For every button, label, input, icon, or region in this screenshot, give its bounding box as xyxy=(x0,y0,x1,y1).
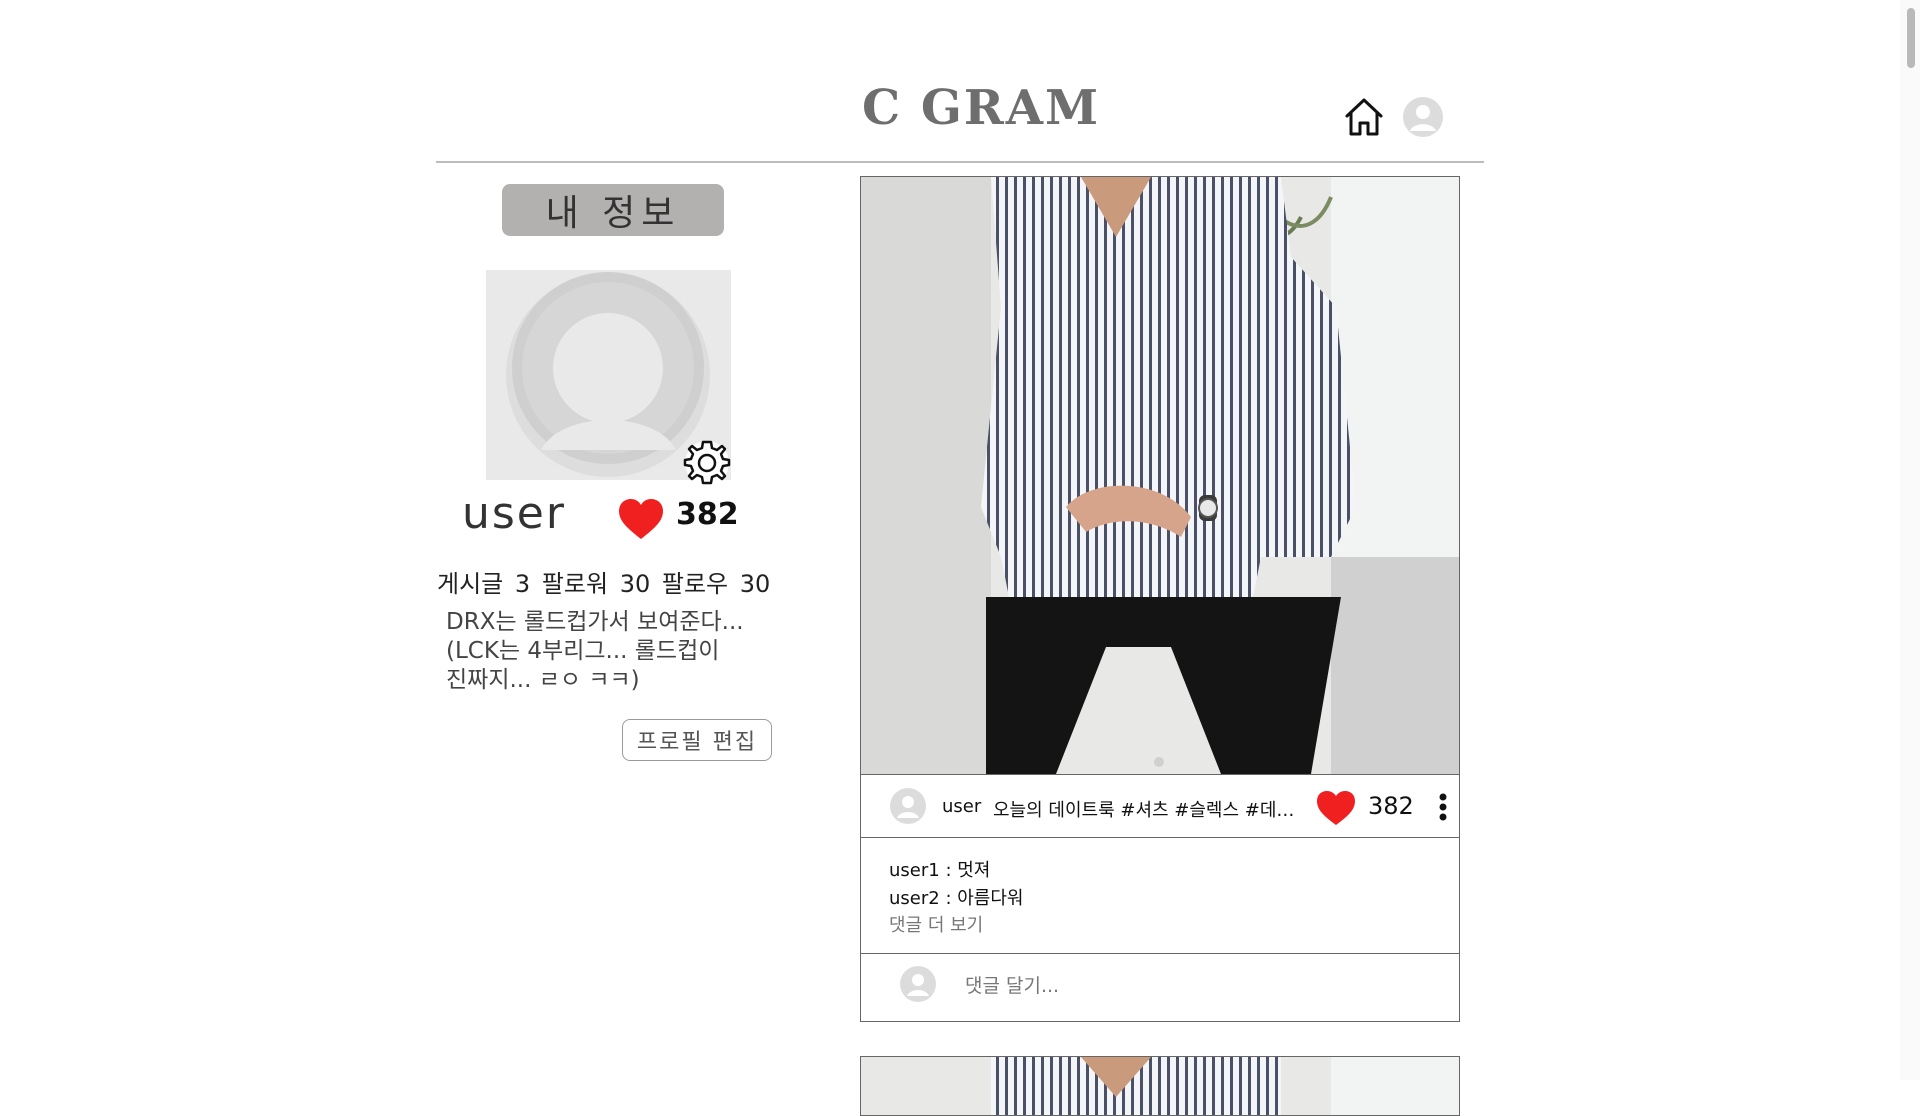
posts-label: 게시글 xyxy=(437,570,504,598)
comment-input[interactable] xyxy=(963,967,1437,1005)
post-meta-bar: user 오늘의 데이트룩 #셔츠 #슬렉스 #데이트룩 382 xyxy=(861,774,1459,838)
post-author-avatar-icon[interactable] xyxy=(889,787,927,825)
bio-line: 진짜지... ㄹㅇ ㅋㅋ) xyxy=(446,667,640,693)
bio-line: DRX는 롤드컵가서 보여준다... xyxy=(446,609,744,635)
post-like-count: 382 xyxy=(1368,792,1414,820)
home-icon xyxy=(1345,98,1383,136)
comment-user[interactable]: user2 xyxy=(889,888,940,909)
posts-count: 3 xyxy=(514,570,531,598)
post-card: user 오늘의 데이트룩 #셔츠 #슬렉스 #데이트룩 382 user1 :… xyxy=(860,176,1460,1022)
next-post-photo[interactable] xyxy=(861,1057,1459,1116)
comment-item: user2 : 아름다워 xyxy=(889,888,1024,909)
bio-line: (LCK는 4부리그... 롤드컵이 xyxy=(446,638,720,664)
header-divider xyxy=(436,161,1484,163)
comment-user[interactable]: user1 xyxy=(889,860,940,881)
post-photo[interactable] xyxy=(861,177,1459,774)
comment-text: 아름다워 xyxy=(957,888,1024,909)
following-label: 팔로우 xyxy=(661,570,729,598)
profile-bio: DRX는 롤드컵가서 보여준다... (LCK는 4부리그... 롤드컵이 진짜… xyxy=(446,608,786,695)
profile-like-count: 382 xyxy=(676,497,739,532)
comment-item: user1 : 멋져 xyxy=(889,860,991,881)
commenter-avatar-icon xyxy=(900,966,936,1002)
app-logo[interactable]: C GRAM xyxy=(862,80,1100,136)
following-count: 30 xyxy=(739,570,771,598)
followers-label: 팔로워 xyxy=(541,570,609,598)
comments-section: user1 : 멋져 user2 : 아름다워 댓글 더 보기 xyxy=(861,838,1459,954)
settings-gear-icon[interactable] xyxy=(682,438,732,488)
heart-icon xyxy=(617,497,665,541)
view-more-comments-link[interactable]: 댓글 더 보기 xyxy=(889,911,983,937)
profile-avatar-button[interactable] xyxy=(1401,95,1445,139)
home-button[interactable] xyxy=(1341,94,1387,140)
comment-text: 멋져 xyxy=(957,860,991,881)
profile-username: user xyxy=(462,488,566,539)
my-info-title: 내 정보 xyxy=(502,184,724,236)
more-options-icon[interactable] xyxy=(1439,793,1447,821)
scrollbar-thumb[interactable] xyxy=(1907,8,1915,68)
followers-count: 30 xyxy=(619,570,651,598)
user-avatar-icon xyxy=(1403,97,1443,137)
edit-profile-button[interactable]: 프로필 편집 xyxy=(622,719,772,761)
profile-stats: 게시글 3 팔로워 30 팔로우 30 xyxy=(437,564,774,599)
page-scrollbar[interactable] xyxy=(1900,0,1920,1080)
like-heart-icon[interactable] xyxy=(1315,789,1357,827)
next-post-card xyxy=(860,1056,1460,1116)
post-author-name[interactable]: user xyxy=(942,796,981,817)
comment-input-row xyxy=(861,954,1459,1021)
post-caption: 오늘의 데이트룩 #셔츠 #슬렉스 #데이트룩 xyxy=(993,800,1303,821)
